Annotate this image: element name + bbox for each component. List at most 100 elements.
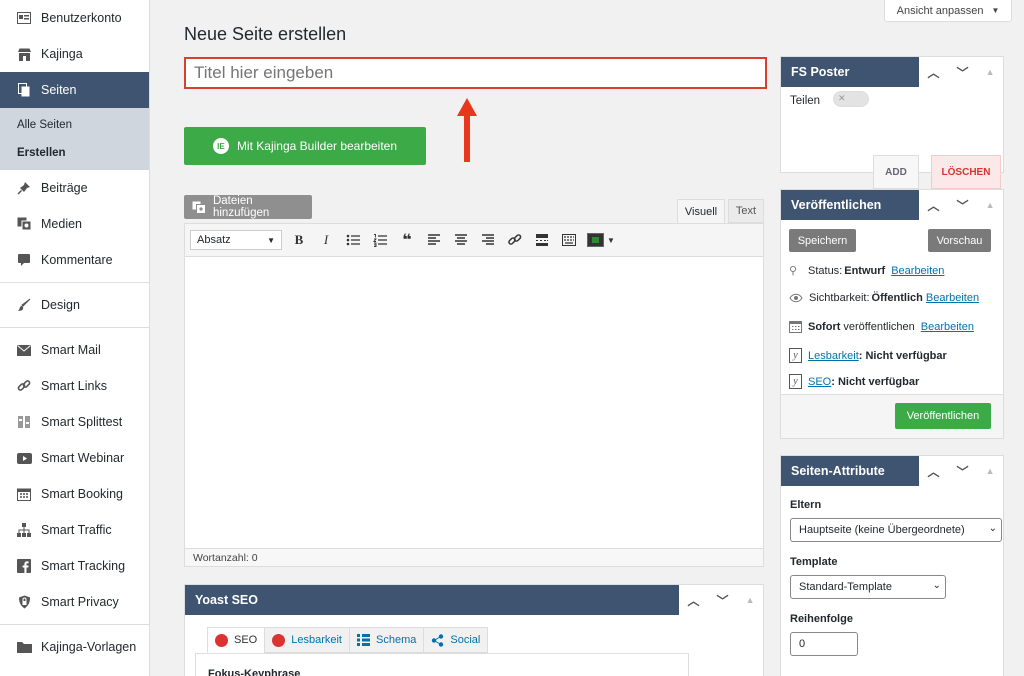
yoast-box-header[interactable]: Yoast SEO ︿ ﹀ ▲	[185, 585, 763, 615]
fs-poster-header[interactable]: FS Poster ︿ ﹀ ▲	[781, 57, 1003, 87]
sidebar-item-label: Smart Webinar	[41, 451, 125, 465]
bold-button[interactable]: B	[289, 230, 309, 250]
sidebar-item-smart-traffic[interactable]: Smart Traffic	[0, 512, 149, 548]
order-input[interactable]: 0	[790, 632, 858, 656]
publish-button[interactable]: Veröffentlichen	[895, 403, 991, 429]
align-center-button[interactable]	[451, 230, 471, 250]
chevron-up-icon[interactable]: ︿	[688, 592, 700, 609]
sidebar-item-benutzerkonto[interactable]: Benutzerkonto	[0, 0, 149, 36]
parent-label: Eltern	[790, 499, 822, 511]
media-icon	[16, 216, 32, 232]
sidebar-item-smart-tracking[interactable]: Smart Tracking	[0, 548, 149, 584]
align-right-button[interactable]	[478, 230, 498, 250]
format-select[interactable]: Absatz ▼	[190, 230, 282, 250]
toggle-panel-icon[interactable]: ▲	[986, 466, 995, 476]
align-left-button[interactable]	[424, 230, 444, 250]
kajinga-builder-button[interactable]: IE Mit Kajinga Builder bearbeiten	[184, 127, 426, 165]
sidebar-item-kajinga-vorlagen[interactable]: Kajinga-Vorlagen	[0, 629, 149, 665]
toggle-x-icon: ✕	[838, 93, 846, 103]
sidebar-item-smart-privacy[interactable]: Smart Privacy	[0, 584, 149, 620]
yoast-tab-label: Social	[450, 634, 481, 646]
read-more-button[interactable]	[532, 230, 552, 250]
chevron-up-icon[interactable]: ︿	[928, 463, 940, 480]
add-media-button[interactable]: Dateien hinzufügen	[184, 195, 312, 219]
align-right-icon	[482, 234, 494, 245]
caret-down-icon: ▼	[607, 235, 615, 245]
sidebar-item-beitraege[interactable]: Beiträge	[0, 170, 149, 206]
tab-visual[interactable]: Visuell	[677, 199, 725, 224]
screen-options-button[interactable]: Ansicht anpassen ▼	[884, 0, 1012, 22]
sidebar-item-medien[interactable]: Medien	[0, 206, 149, 242]
caret-down-icon: ▼	[991, 6, 1000, 15]
template-select-value: Standard-Template	[799, 581, 892, 593]
bullet-list-button[interactable]	[343, 230, 363, 250]
tab-text[interactable]: Text	[728, 199, 764, 223]
seo-link[interactable]: SEO	[808, 376, 831, 388]
video-icon	[16, 450, 32, 466]
box-controls: ︿ ﹀ ▲	[919, 57, 1003, 87]
chevron-down-icon[interactable]: ﹀	[957, 197, 969, 214]
delete-button[interactable]: LÖSCHEN	[931, 155, 1001, 189]
caret-down-icon: ▼	[267, 235, 275, 245]
sidebar-item-kommentare[interactable]: Kommentare	[0, 242, 149, 278]
yoast-tabs: SEO Lesbarkeit Schema Social	[207, 627, 489, 653]
chevron-up-icon[interactable]: ︿	[928, 64, 940, 81]
sidebar-item-label: Kajinga-Vorlagen	[41, 640, 137, 654]
share-toggle[interactable]: ✕	[833, 91, 869, 107]
edit-status-link[interactable]: Bearbeiten	[891, 265, 944, 277]
edit-visibility-link[interactable]: Bearbeiten	[926, 292, 979, 304]
text-color-button[interactable]: ▼	[586, 230, 616, 250]
sidebar-item-smart-mail[interactable]: Smart Mail	[0, 332, 149, 368]
visibility-value: Öffentlich	[871, 292, 923, 304]
yoast-tab-label: SEO	[234, 634, 258, 646]
template-select[interactable]: Standard-Template ⌄	[790, 575, 946, 599]
toggle-panel-icon[interactable]: ▲	[746, 595, 755, 605]
toggle-panel-icon[interactable]: ▲	[986, 67, 995, 77]
readability-link[interactable]: Lesbarkeit	[808, 350, 859, 362]
editor-content-area[interactable]	[185, 257, 763, 549]
sidebar-item-seiten[interactable]: Seiten	[0, 72, 149, 108]
numbered-list-button[interactable]	[370, 230, 390, 250]
readability-row: y Lesbarkeit: Nicht verfügbar	[789, 348, 947, 363]
parent-select[interactable]: Hauptseite (keine Übergeordnete) ⌄	[790, 518, 1002, 542]
sidebar-item-smart-splittest[interactable]: Smart Splittest	[0, 404, 149, 440]
box-controls: ︿ ﹀ ▲	[679, 585, 763, 615]
add-button[interactable]: ADD	[873, 155, 919, 189]
submenu-all-pages[interactable]: Alle Seiten	[0, 111, 149, 139]
sidebar-item-kajinga[interactable]: Kajinga	[0, 36, 149, 72]
content-editor: Absatz ▼ B I ❝ ▼ Wortanzahl: 0	[184, 223, 764, 567]
sidebar-item-label: Smart Links	[41, 379, 107, 393]
chevron-up-icon[interactable]: ︿	[928, 197, 940, 214]
yoast-title: Yoast SEO	[195, 593, 258, 607]
id-card-icon	[16, 10, 32, 26]
chevron-down-icon[interactable]: ﹀	[717, 592, 729, 609]
sidebar-item-smart-webinar[interactable]: Smart Webinar	[0, 440, 149, 476]
main-content: Ansicht anpassen ▼ Neue Seite erstellen I…	[150, 0, 1024, 676]
link-icon	[16, 378, 32, 394]
yoast-tab-social[interactable]: Social	[423, 627, 489, 653]
submenu-create[interactable]: Erstellen	[0, 139, 149, 167]
page-attributes-box: Seiten-Attribute ︿ ﹀ ▲ Eltern Hauptseite (…	[780, 455, 1004, 676]
sidebar-item-label: Smart Booking	[41, 487, 123, 501]
page-attributes-header[interactable]: Seiten-Attribute ︿ ﹀ ▲	[781, 456, 1003, 486]
italic-button[interactable]: I	[316, 230, 336, 250]
mail-icon	[16, 342, 32, 358]
preview-button[interactable]: Vorschau	[928, 229, 991, 252]
sidebar-item-smart-booking[interactable]: Smart Booking	[0, 476, 149, 512]
blockquote-button[interactable]: ❝	[397, 230, 417, 250]
save-draft-button[interactable]: Speichern	[789, 229, 856, 252]
publish-header[interactable]: Veröffentlichen ︿ ﹀ ▲	[781, 190, 1003, 220]
title-input[interactable]	[184, 57, 767, 89]
insert-link-button[interactable]	[505, 230, 525, 250]
yoast-tab-readability[interactable]: Lesbarkeit	[264, 627, 350, 653]
sidebar-item-design[interactable]: Design	[0, 287, 149, 323]
yoast-tab-schema[interactable]: Schema	[349, 627, 425, 653]
edit-schedule-link[interactable]: Bearbeiten	[921, 321, 974, 333]
yoast-tab-seo[interactable]: SEO	[207, 627, 266, 653]
order-label: Reihenfolge	[790, 613, 853, 625]
chevron-down-icon[interactable]: ﹀	[957, 64, 969, 81]
toggle-panel-icon[interactable]: ▲	[986, 200, 995, 210]
chevron-down-icon[interactable]: ﹀	[957, 463, 969, 480]
toolbar-toggle-button[interactable]	[559, 230, 579, 250]
sidebar-item-smart-links[interactable]: Smart Links	[0, 368, 149, 404]
